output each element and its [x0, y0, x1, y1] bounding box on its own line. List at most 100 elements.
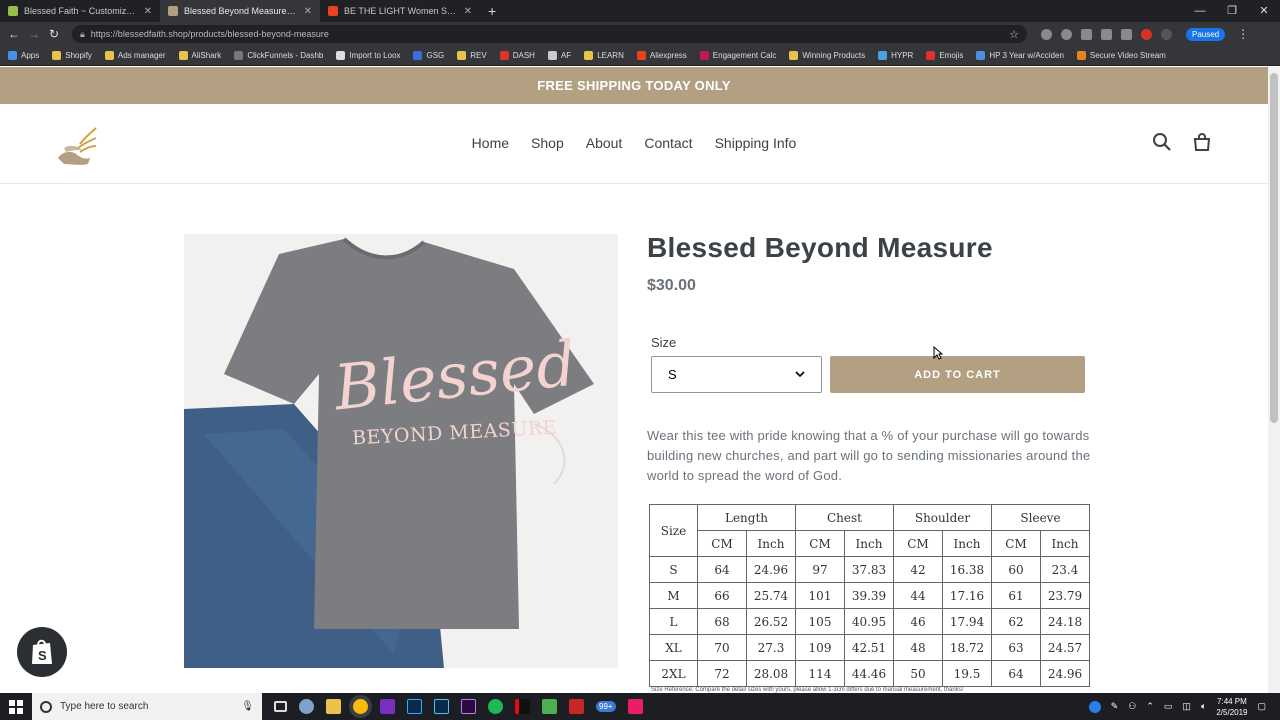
tab-blessed-beyond-measure[interactable]: Blessed Beyond Measure – Bless ✕ [160, 0, 320, 22]
back-icon[interactable]: ← [4, 27, 24, 41]
nav-shop[interactable]: Shop [531, 135, 564, 151]
tab-shopify-customize[interactable]: Blessed Faith ~ Customize ~ Del ✕ [0, 0, 160, 22]
spotify-icon[interactable] [488, 699, 503, 714]
reload-icon[interactable]: ↻ [44, 27, 64, 41]
bookmark-label: Aliexpress [649, 51, 687, 60]
minimize-icon[interactable]: — [1184, 0, 1216, 22]
app-icon[interactable] [542, 699, 557, 714]
people-icon[interactable]: ⚇ [1128, 701, 1136, 712]
chrome-icon[interactable] [353, 699, 368, 714]
app-icon[interactable] [627, 699, 643, 714]
bookmark-item[interactable]: REV [457, 51, 487, 60]
bookmark-item[interactable]: GSG [413, 51, 444, 60]
scrollbar-thumb[interactable] [1270, 73, 1278, 423]
table-header-row: CM Inch CM Inch CM Inch CM Inch [650, 530, 1090, 557]
bookmark-item[interactable]: AF [547, 51, 571, 60]
bookmark-icon [976, 51, 986, 60]
table-cell: 97 [795, 556, 845, 583]
table-cell: 101 [795, 582, 845, 609]
premiere-icon[interactable] [461, 699, 476, 714]
new-tab-button[interactable]: + [480, 0, 504, 22]
volume-icon[interactable]: 🔈︎ [1201, 701, 1206, 712]
add-to-cart-button[interactable]: ADD TO CART [830, 356, 1085, 393]
help-icon[interactable] [1088, 700, 1101, 713]
restore-icon[interactable]: ❐ [1216, 0, 1248, 22]
profile-paused-badge[interactable]: Paused [1186, 27, 1226, 41]
nav-about[interactable]: About [586, 135, 623, 151]
size-select[interactable]: S [651, 356, 822, 393]
photoshop-icon[interactable] [407, 699, 422, 714]
close-icon[interactable]: ✕ [304, 6, 312, 17]
url-input[interactable]: 🔒︎ https://blessedfaith.shop/products/bl… [72, 25, 1027, 43]
bookmark-label: Ads manager [117, 51, 166, 60]
bookmark-item[interactable]: DASH [499, 51, 535, 60]
chevron-up-icon[interactable]: ⌃ [1146, 701, 1154, 712]
forward-icon[interactable]: → [24, 27, 44, 41]
bookmark-item[interactable]: HP 3 Year w/Acciden [976, 51, 1064, 60]
bookmark-item[interactable]: Aliexpress [636, 51, 687, 60]
table-row: L 68 26.52 105 40.95 46 17.94 62 24.18 [649, 608, 1090, 635]
nav-contact[interactable]: Contact [644, 135, 692, 151]
extension-icon[interactable] [1101, 28, 1112, 40]
pen-icon[interactable]: ✎ [1111, 701, 1119, 712]
close-icon[interactable]: ✕ [144, 6, 152, 17]
network-icon[interactable]: ◫ [1182, 701, 1191, 712]
bookmark-item[interactable]: Shopify [52, 51, 92, 60]
table-cell: 18.72 [942, 634, 992, 661]
file-explorer-icon[interactable] [326, 699, 341, 714]
lightroom-icon[interactable] [434, 699, 449, 714]
bookmark-item[interactable]: AliShark [178, 51, 221, 60]
netflix-icon[interactable] [515, 699, 530, 714]
search-icon[interactable] [1152, 132, 1172, 152]
app-icon[interactable] [569, 699, 584, 714]
bookmark-item[interactable]: Apps [8, 51, 39, 60]
bookmark-item[interactable]: Winning Products [789, 51, 865, 60]
table-cell: S [649, 556, 698, 583]
extension-icon[interactable] [1121, 28, 1132, 40]
bookmark-item[interactable]: HYPR [878, 51, 913, 60]
extension-icon[interactable] [1141, 28, 1152, 40]
bookmark-item[interactable]: Emojis [926, 51, 963, 60]
tab-be-the-light[interactable]: BE THE LIGHT Women Sweatshi ✕ [320, 0, 480, 22]
table-unit-cell: Inch [942, 530, 992, 557]
bookmark-star-icon[interactable]: ☆ [1009, 28, 1019, 41]
bookmark-label: HP 3 Year w/Acciden [989, 51, 1064, 60]
store-favicon-icon [168, 6, 178, 16]
svg-text:S: S [38, 648, 47, 663]
battery-icon[interactable]: ▭ [1164, 701, 1173, 712]
bookmarks-bar: Apps Shopify Ads manager AliShark ClickFunne… [0, 46, 1280, 66]
task-view-icon[interactable] [274, 701, 287, 712]
bookmark-item[interactable]: ClickFunnels - Dashb [234, 51, 323, 60]
bookmark-item[interactable]: Import to Loox [336, 51, 400, 60]
chevron-down-icon [795, 371, 805, 378]
bookmark-item[interactable]: LEARN [584, 51, 624, 60]
windows-start-icon[interactable] [0, 693, 32, 720]
menu-icon[interactable]: ⋮ [1237, 27, 1249, 41]
product-image[interactable]: Blessed BEYOND MEASURE [184, 234, 618, 668]
extension-icon[interactable] [1061, 28, 1072, 40]
onenote-icon[interactable] [380, 699, 395, 714]
bookmark-icon [1076, 51, 1086, 60]
extension-icon[interactable] [1161, 28, 1172, 40]
table-cell: 50 [893, 660, 943, 687]
shopify-chat-button[interactable]: S [17, 627, 67, 677]
taskbar-search-input[interactable]: Type here to search 🎙︎ [32, 693, 262, 720]
nav-shipping-info[interactable]: Shipping Info [715, 135, 797, 151]
main-nav: Home Shop About Contact Shipping Info [0, 135, 1268, 151]
tab-label: Blessed Faith ~ Customize ~ Del [24, 6, 138, 16]
app-icon[interactable] [299, 699, 314, 714]
cart-icon[interactable] [1192, 132, 1212, 152]
taskbar-clock[interactable]: 7:44 PM 2/5/2019 [1216, 696, 1247, 718]
notifications-icon[interactable]: ▢ [1257, 701, 1266, 712]
bookmark-item[interactable]: Ads manager [104, 51, 166, 60]
extension-icon[interactable] [1041, 28, 1052, 40]
extension-icon[interactable] [1081, 28, 1092, 40]
nav-home[interactable]: Home [472, 135, 509, 151]
bookmark-item[interactable]: Engagement Calc [699, 51, 776, 60]
close-icon[interactable]: ✕ [464, 6, 472, 17]
page-scrollbar[interactable] [1268, 67, 1280, 693]
bookmark-item[interactable]: Secure Video Stream [1076, 51, 1166, 60]
close-window-icon[interactable]: ✕ [1248, 0, 1280, 22]
table-cell: XL [649, 634, 698, 661]
microphone-icon[interactable]: 🎙︎ [241, 701, 254, 712]
